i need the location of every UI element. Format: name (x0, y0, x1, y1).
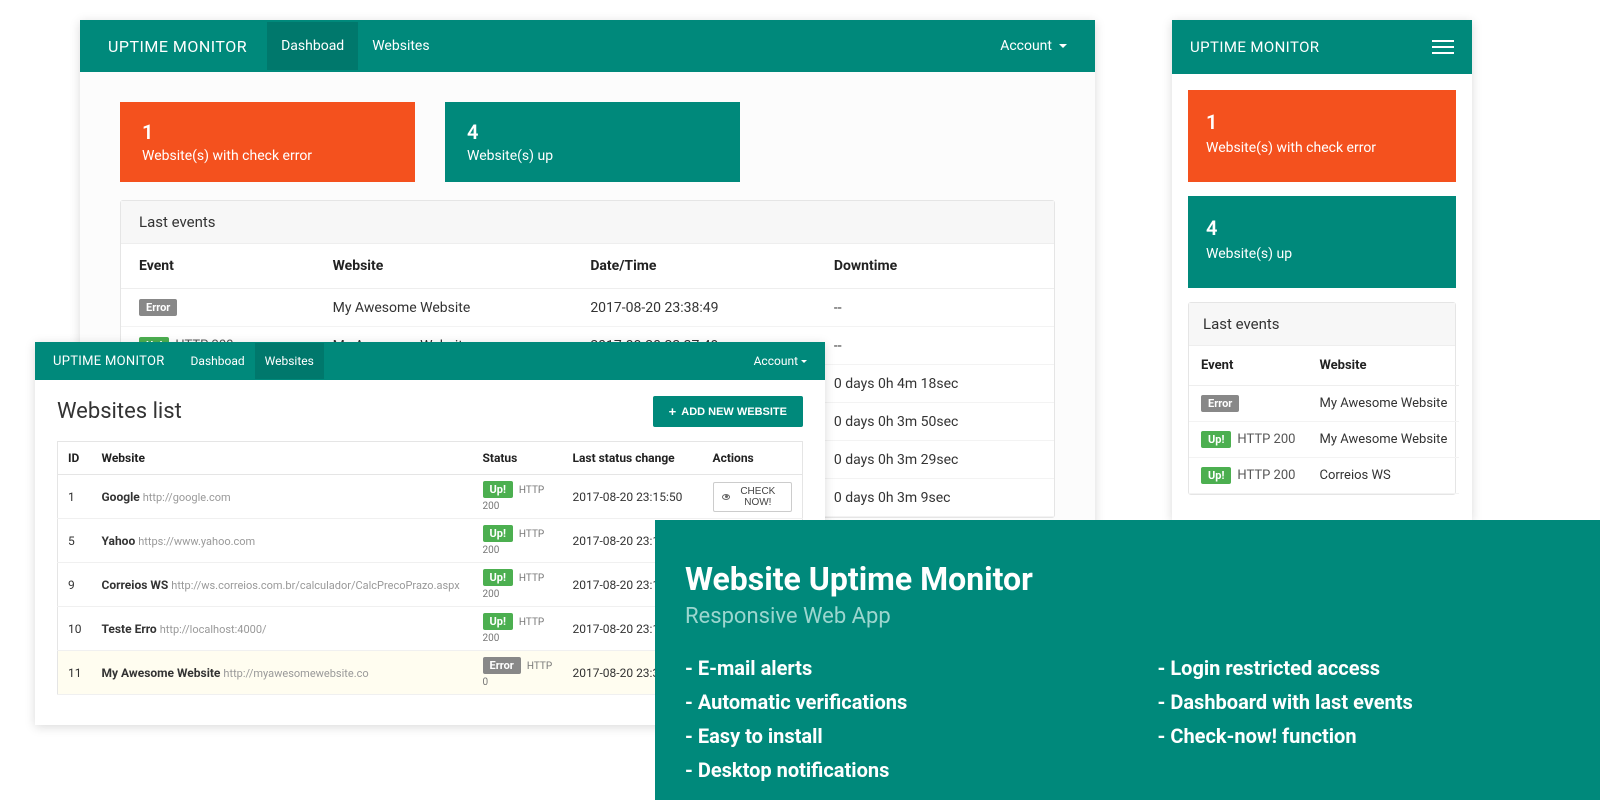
navbar: UPTIME MONITOR Dashboad Websites Account (35, 342, 825, 380)
error-badge: Error (1201, 395, 1239, 412)
up-badge: Up! (1201, 431, 1231, 448)
promo-col2: - Login restricted access- Dashboard wit… (1158, 651, 1571, 787)
up-badge: Up! (483, 613, 513, 630)
col-datetime: Date/Time (572, 244, 816, 289)
up-badge: Up! (483, 481, 513, 498)
stat-error-label: Website(s) with check error (142, 148, 393, 164)
stat-error-card: 1 Website(s) with check error (1188, 90, 1456, 182)
col-downtime: Downtime (816, 244, 1054, 289)
navbar-mobile: UPTIME MONITOR (1172, 20, 1472, 74)
mobile-window: UPTIME MONITOR 1 Website(s) with check e… (1172, 20, 1472, 520)
promo-overlay: Website Uptime Monitor Responsive Web Ap… (655, 520, 1600, 800)
add-website-button[interactable]: +ADD NEW WEBSITE (653, 396, 803, 427)
up-badge: Up! (1201, 467, 1231, 484)
navbar: UPTIME MONITOR Dashboad Websites Account (80, 20, 1095, 72)
events-title: Last events (121, 201, 1054, 244)
col-website: Website (315, 244, 573, 289)
stat-error-count: 1 (142, 120, 393, 144)
col-lastchange: Last status change (563, 442, 703, 475)
col-id: ID (58, 442, 92, 475)
error-badge: Error (483, 657, 521, 674)
hamburger-icon[interactable] (1432, 40, 1454, 54)
events-panel: Last events Event Website Error My Aweso… (1188, 302, 1456, 495)
col-website: Website (92, 442, 473, 475)
up-badge: Up! (483, 525, 513, 542)
stat-up-card: 4 Website(s) up (445, 102, 740, 182)
stat-error-card: 1 Website(s) with check error (120, 102, 415, 182)
up-badge: Up! (483, 569, 513, 586)
check-now-button[interactable]: CHECK NOW! (713, 482, 793, 512)
stat-up-label: Website(s) up (467, 148, 718, 164)
nav-dashboard[interactable]: Dashboad (267, 22, 358, 70)
brand: UPTIME MONITOR (53, 354, 165, 369)
col-event: Event (121, 244, 315, 289)
event-row: Error (121, 289, 315, 327)
brand: UPTIME MONITOR (108, 37, 247, 56)
promo-subtitle: Responsive Web App (685, 604, 1570, 629)
nav-websites[interactable]: Websites (358, 22, 443, 70)
brand: UPTIME MONITOR (1190, 38, 1319, 56)
nav-dashboard[interactable]: Dashboad (181, 343, 255, 379)
promo-col1: - E-mail alerts- Automatic verifications… (685, 651, 1098, 787)
stat-up-count: 4 (467, 120, 718, 144)
account-dropdown[interactable]: Account (1000, 38, 1067, 54)
col-actions: Actions (703, 442, 803, 475)
nav-websites[interactable]: Websites (255, 343, 324, 379)
error-badge: Error (139, 299, 177, 316)
caret-down-icon (1059, 44, 1067, 48)
account-dropdown[interactable]: Account (754, 354, 807, 368)
stat-up-card: 4 Website(s) up (1188, 196, 1456, 288)
col-status: Status (473, 442, 563, 475)
promo-title: Website Uptime Monitor (685, 560, 1570, 598)
page-title: Websites list (57, 399, 653, 424)
caret-down-icon (801, 360, 807, 363)
plus-icon: + (669, 404, 677, 419)
eye-icon (722, 494, 730, 500)
